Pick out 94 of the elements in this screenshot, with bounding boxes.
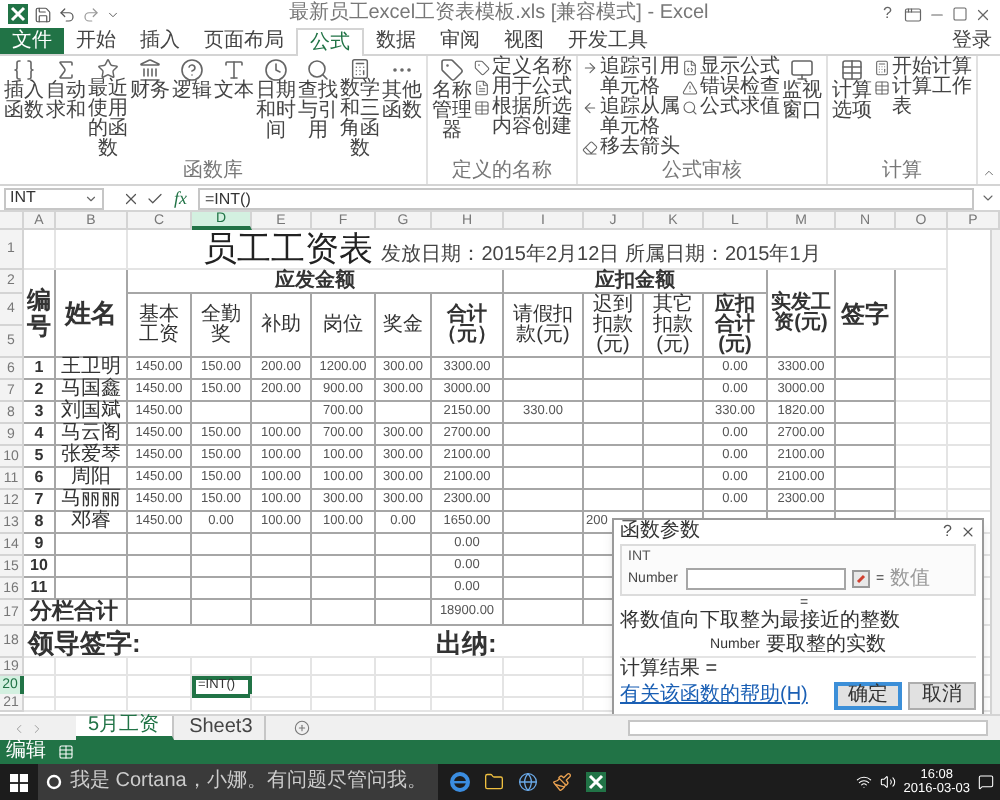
ribbon-tab[interactable]: 文件 xyxy=(0,28,64,54)
header-cell: 合计（元） xyxy=(432,294,504,358)
ribbon-button[interactable]: 追踪从属单元格 xyxy=(582,98,680,138)
ribbon-tab[interactable]: 公式 xyxy=(296,28,364,56)
header-cell: 应扣合计(元) xyxy=(704,294,768,358)
table-cell: 马丽丽 xyxy=(56,490,128,512)
table-cell: 9 xyxy=(24,534,56,556)
header-cell: 其它扣款(元) xyxy=(644,294,704,358)
ribbon-button[interactable]: 错误检查 xyxy=(682,78,780,98)
table-cell: 7 xyxy=(24,490,56,512)
table-cell: 马云阁 xyxy=(56,424,128,446)
ribbon-button[interactable]: 显示公式 xyxy=(682,58,780,78)
ribbon-button[interactable]: 数学和三角函数 xyxy=(340,58,380,160)
ribbon-tab[interactable]: 数据 xyxy=(364,28,428,54)
ribbon-tab[interactable]: 开发工具 xyxy=(556,28,660,54)
ribbon-tab[interactable]: 审阅 xyxy=(428,28,492,54)
dialog-button[interactable]: 取消 xyxy=(908,682,976,710)
signature-label: 领导签字: xyxy=(24,626,376,658)
ribbon-tab[interactable]: 开始 xyxy=(64,28,128,54)
group-label: 计算 xyxy=(880,160,924,182)
ribbon-button[interactable]: 逻辑 xyxy=(172,58,212,160)
ribbon-button[interactable]: 定义名称 xyxy=(474,58,572,78)
table-cell: 分栏合计 xyxy=(24,600,128,626)
dialog-button[interactable]: 确定 xyxy=(834,682,902,710)
ribbon-button[interactable]: 最近使用的函数 xyxy=(88,58,128,160)
header-cell: 奖金 xyxy=(376,294,432,358)
argument-help: 要取整的实数 xyxy=(765,635,886,655)
ribbon-button[interactable]: 名称管理器 xyxy=(432,58,472,160)
header-cell: 实发工资(元) xyxy=(768,270,836,358)
header-cell: 请假扣款(元) xyxy=(504,294,584,358)
table-cell: 10 xyxy=(24,556,56,578)
ribbon-button[interactable]: 自动求和 xyxy=(46,58,86,160)
ribbon-button[interactable]: 开始计算 xyxy=(874,58,972,78)
header-cell: 应发金额 xyxy=(128,270,504,294)
ribbon-button[interactable]: 日期和时间 xyxy=(256,58,296,160)
window-title: 最新员工excel工资表模板.xls [兼容模式] - Excel xyxy=(286,4,711,24)
table-cell: 6 xyxy=(24,468,56,490)
table-cell: 刘国斌 xyxy=(56,402,128,424)
function-description: 将数值向下取整为最接近的整数 xyxy=(620,610,902,633)
table-cell: 1 xyxy=(24,358,56,380)
group-label: 函数库 xyxy=(181,160,245,182)
table-cell: 8 xyxy=(24,512,56,534)
formula-field[interactable]: =INT() xyxy=(197,187,974,209)
table-cell: 11 xyxy=(24,578,56,600)
header-cell: 姓名 xyxy=(56,270,128,358)
ribbon-button[interactable]: 计算选项 xyxy=(832,58,872,160)
header-cell: 应扣金额 xyxy=(504,270,768,294)
insert-function-button[interactable]: fx xyxy=(170,189,191,207)
sheet-tab[interactable]: 5月工资 xyxy=(76,716,174,740)
header-cell: 补助 xyxy=(252,294,312,358)
status-text: 编辑 xyxy=(6,742,46,762)
ribbon-tab[interactable]: 插入 xyxy=(128,28,192,54)
signature-label: 出纳: xyxy=(432,626,584,658)
header-cell: 全勤奖 xyxy=(192,294,252,358)
group-label: 公式审核 xyxy=(660,160,744,182)
table-cell: 3 xyxy=(24,402,56,424)
ribbon-button[interactable]: 追踪引用单元格 xyxy=(582,58,680,98)
ribbon-button[interactable]: 监视窗口 xyxy=(782,58,822,160)
ribbon-button[interactable]: 公式求值 xyxy=(682,98,780,118)
table-cell: 周阳 xyxy=(56,468,128,490)
result-label: 计算结果 = xyxy=(620,658,720,682)
date-text: 发放日期：2015年2月12日 所属日期：2015年1月 xyxy=(381,246,821,266)
header-cell: 编号 xyxy=(24,270,56,358)
ribbon-button[interactable]: 其他函数 xyxy=(382,58,422,160)
ribbon-button[interactable]: 用于公式 xyxy=(474,78,572,98)
table-cell: 2 xyxy=(24,380,56,402)
table-cell: 王卫明 xyxy=(56,358,128,380)
ribbon-button[interactable]: 计算工作表 xyxy=(874,78,972,118)
ribbon-button[interactable]: 文本 xyxy=(214,58,254,160)
search-box[interactable]: 我是 Cortana，小娜。有问题尽管问我。 xyxy=(38,764,438,800)
header-cell: 签字 xyxy=(836,270,896,358)
table-cell: 张爱琴 xyxy=(56,446,128,468)
ribbon-button[interactable]: 移去箭头 xyxy=(582,138,680,158)
help-button[interactable]: ? xyxy=(935,524,960,540)
table-cell: 5 xyxy=(24,446,56,468)
ribbon-tab[interactable]: 页面布局 xyxy=(192,28,296,54)
header-cell: 岗位 xyxy=(312,294,376,358)
help-link[interactable]: 有关该函数的帮助(H) xyxy=(620,686,828,706)
help-button[interactable]: ? xyxy=(877,6,898,22)
table-cell: 马国鑫 xyxy=(56,380,128,402)
table-cell: 邓睿 xyxy=(56,512,128,534)
ribbon-button[interactable]: 根据所选内容创建 xyxy=(474,98,572,138)
sheet-title: 员工工资表 xyxy=(203,232,374,266)
group-label: 定义的名称 xyxy=(450,160,554,182)
ribbon-button[interactable]: 插入函数 xyxy=(4,58,44,160)
sign-in-link[interactable]: 登录 xyxy=(944,28,1000,54)
ribbon-tab[interactable]: 视图 xyxy=(492,28,556,54)
header-cell: 迟到扣款(元) xyxy=(584,294,644,358)
table-cell: 4 xyxy=(24,424,56,446)
header-cell: 基本工资 xyxy=(128,294,192,358)
ribbon-button[interactable]: 查找与引用 xyxy=(298,58,338,160)
value-hint: 数值 xyxy=(890,569,931,589)
ribbon-button[interactable]: 财务 xyxy=(130,58,170,160)
name-box[interactable]: INT xyxy=(4,187,104,209)
